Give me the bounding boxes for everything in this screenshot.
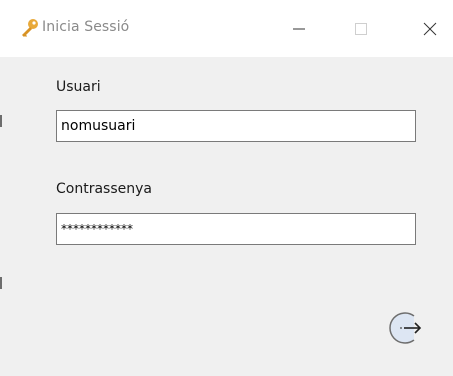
password-label: Contrassenya [56, 181, 152, 197]
window-title: Inicia Sessió [42, 19, 130, 35]
close-button[interactable] [407, 0, 453, 57]
login-button[interactable] [383, 308, 423, 348]
username-label: Usuari [56, 79, 101, 95]
username-input[interactable] [56, 110, 416, 142]
edge-mark [0, 277, 2, 289]
key-icon [22, 19, 38, 37]
close-icon [423, 22, 437, 35]
maximize-button[interactable] [338, 0, 384, 57]
minimize-button[interactable] [276, 0, 322, 57]
maximize-icon [355, 22, 367, 35]
title-bar[interactable]: Inicia Sessió [0, 0, 453, 57]
edge-mark [0, 115, 2, 127]
window-left-edge [0, 57, 2, 376]
minimize-icon [293, 28, 305, 29]
password-input[interactable] [56, 213, 416, 245]
login-window: Inicia Sessió Usuari Contrassenya [0, 0, 453, 376]
